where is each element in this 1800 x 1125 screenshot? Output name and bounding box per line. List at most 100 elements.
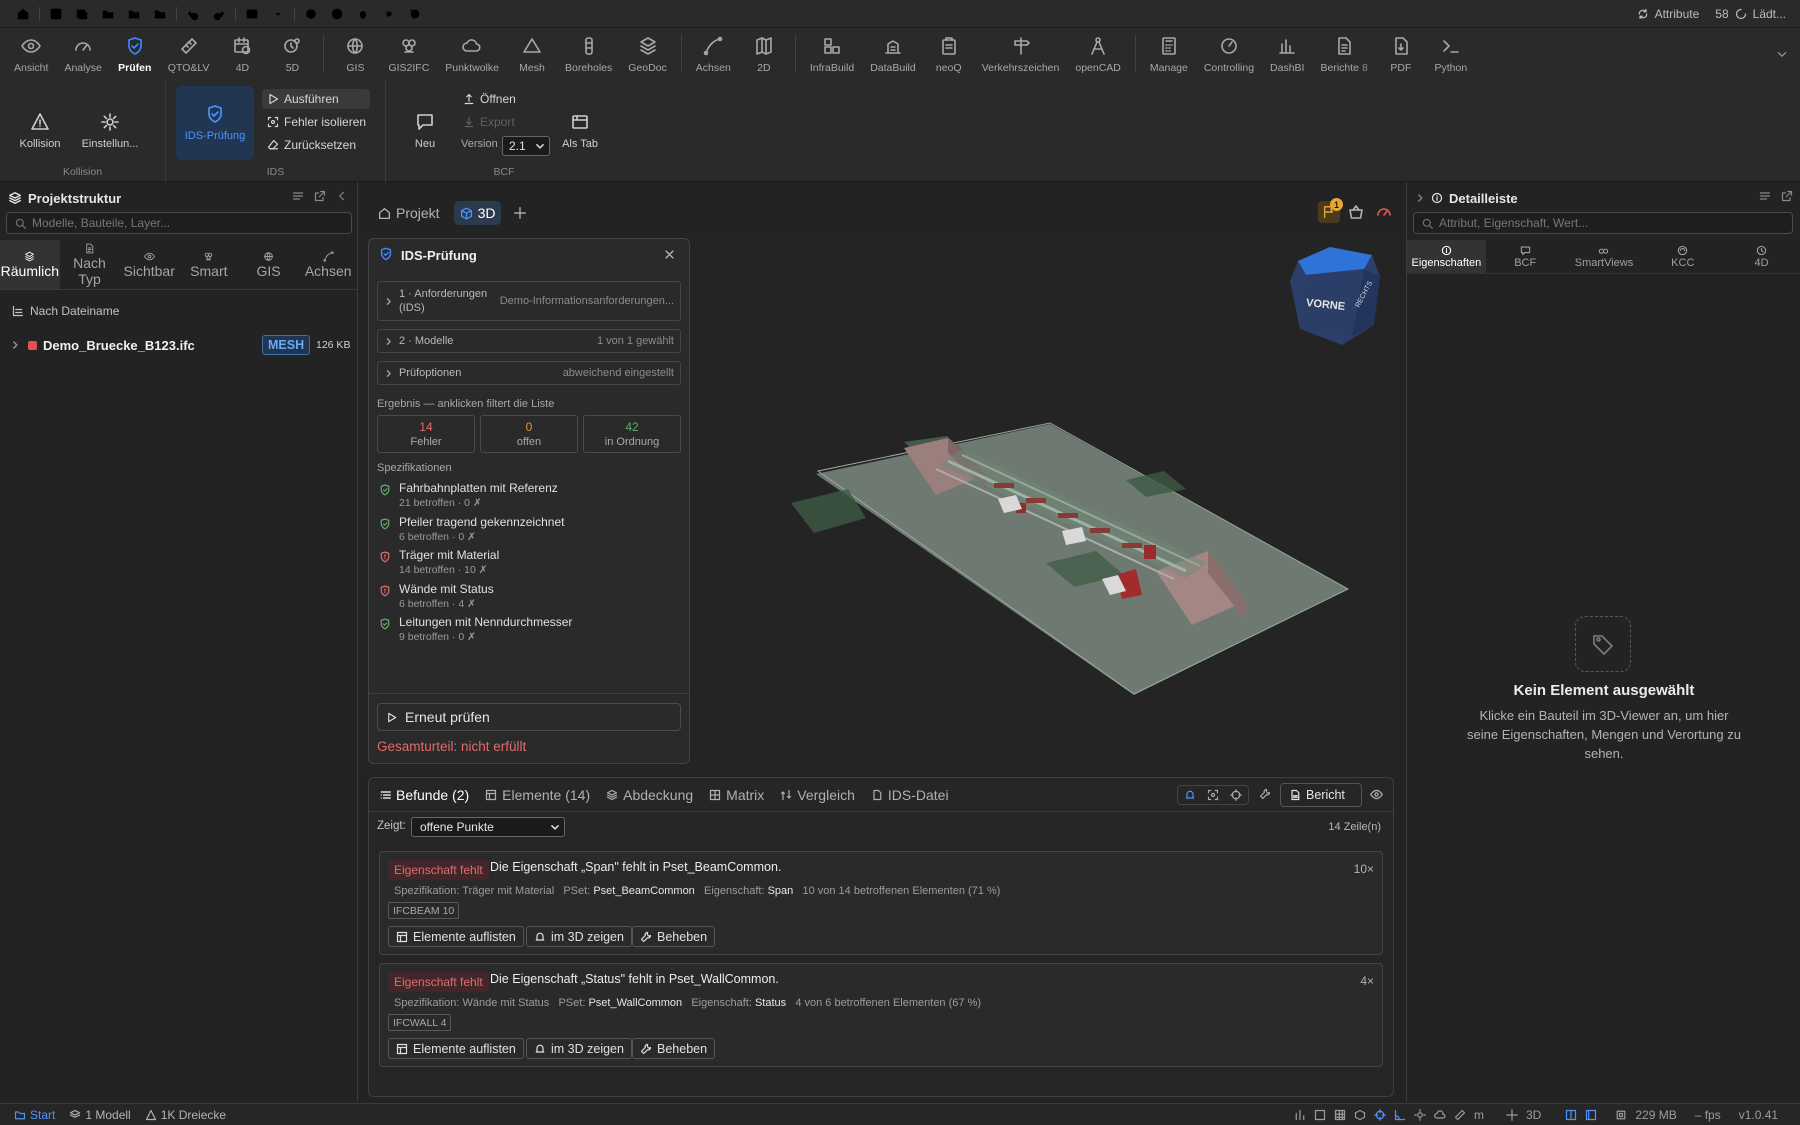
findings-tab-befunde-2[interactable]: Befunde (2): [379, 787, 469, 803]
fix-button[interactable]: Beheben: [632, 1038, 716, 1059]
chart-icon[interactable]: [1294, 1109, 1306, 1121]
tab-opencad[interactable]: openCAD: [1067, 28, 1129, 80]
kollision-button[interactable]: Kollision: [2, 96, 78, 166]
bericht-button[interactable]: Bericht: [1280, 783, 1362, 807]
accordion-options[interactable]: Prüfoptionen abweichend eingestellt: [377, 361, 681, 385]
folder-add-icon[interactable]: [121, 0, 147, 28]
property-search-input[interactable]: Attribut, Eigenschaft, Wert...: [1413, 212, 1793, 234]
basket-icon[interactable]: [1348, 204, 1364, 220]
tree-search-input[interactable]: Modelle, Bauteile, Layer...: [6, 212, 352, 234]
als-tab-button[interactable]: Als Tab: [548, 96, 612, 166]
panel-view-icon[interactable]: [1585, 1109, 1597, 1121]
stat-fehler[interactable]: 14 Fehler: [377, 415, 475, 453]
tab-ansicht[interactable]: Ansicht: [6, 28, 56, 80]
performance-gauge-icon[interactable]: [1376, 204, 1392, 220]
tab-punktwolke[interactable]: Punktwolke: [437, 28, 507, 80]
tab-qto-lv[interactable]: QTO&LV: [160, 28, 218, 80]
ids-pruefung-button[interactable]: IDS-Prüfung: [176, 86, 254, 160]
home-icon[interactable]: [10, 0, 36, 28]
box-icon[interactable]: [1354, 1109, 1366, 1121]
folder-icon[interactable]: [95, 0, 121, 28]
fehler-isolieren-button[interactable]: Fehler isolieren: [262, 112, 371, 132]
show-in-3d-button[interactable]: im 3D zeigen: [526, 926, 632, 947]
tab-databuild[interactable]: DataBuild: [862, 28, 924, 80]
tab-boreholes[interactable]: Boreholes: [557, 28, 620, 80]
folder-export-icon[interactable]: [147, 0, 173, 28]
detail-tab-bcf[interactable]: BCF: [1486, 240, 1565, 273]
group-by-row[interactable]: Nach Dateiname: [12, 304, 119, 318]
tab-geodoc[interactable]: GeoDoc: [620, 28, 675, 80]
save-icon[interactable]: [43, 0, 69, 28]
tab-pr-fen[interactable]: Prüfen: [110, 28, 160, 80]
zuruecksetzen-button[interactable]: Zurücksetzen: [262, 135, 361, 155]
ribbon-collapse-icon[interactable]: [1776, 48, 1788, 60]
grid-icon[interactable]: [1334, 1109, 1346, 1121]
tab-controlling[interactable]: Controlling: [1196, 28, 1262, 80]
finding-card[interactable]: Eigenschaft fehlt Die Eigenschaft „Span" …: [379, 851, 1383, 955]
stat-offen[interactable]: 0 offen: [480, 415, 578, 453]
detail-tab-4d[interactable]: 4D: [1722, 240, 1800, 273]
finding-card[interactable]: Eigenschaft fehlt Die Eigenschaft „Status…: [379, 963, 1383, 1067]
info-icon[interactable]: [324, 0, 350, 28]
tree-tab-gis[interactable]: GIS: [239, 240, 299, 289]
tab-3d[interactable]: 3D: [453, 201, 502, 225]
list-settings-icon[interactable]: [1759, 190, 1771, 202]
tab-neoq[interactable]: neoQ: [924, 28, 974, 80]
tab-gis2ifc[interactable]: GIS2IFC: [380, 28, 437, 80]
ausfuehren-button[interactable]: Ausführen: [262, 89, 370, 109]
tree-tab-r-umlich[interactable]: Räumlich: [0, 240, 60, 289]
target-icon[interactable]: [1230, 789, 1243, 801]
bell-icon[interactable]: [1184, 789, 1196, 801]
list-settings-icon[interactable]: [292, 190, 304, 202]
recheck-button[interactable]: Erneut prüfen: [377, 703, 681, 731]
popout-icon[interactable]: [1781, 190, 1793, 202]
tab-5d[interactable]: 5D: [267, 28, 317, 80]
view-cube[interactable]: VORNE RECHTS: [1276, 233, 1386, 353]
tree-tab-nach-typ[interactable]: Nach Typ: [60, 240, 120, 289]
tree-tab-achsen[interactable]: Achsen: [298, 240, 358, 289]
einstellungen-button[interactable]: Einstellun...: [72, 96, 148, 166]
bcf-neu-button[interactable]: Neu: [394, 96, 456, 166]
eye-icon[interactable]: [1370, 788, 1383, 801]
attribute-label[interactable]: Attribute: [1655, 7, 1700, 21]
split-view-icon[interactable]: [1565, 1109, 1577, 1121]
findings-tab-elemente-14[interactable]: Elemente (14): [485, 787, 590, 803]
refresh-icon[interactable]: [402, 0, 428, 28]
spec-item[interactable]: Träger mit Material 14 betroffen · 10 ✗: [379, 548, 679, 580]
ruler-icon[interactable]: [1454, 1109, 1466, 1121]
tab-4d[interactable]: 4D: [217, 28, 267, 80]
undo-icon[interactable]: [180, 0, 206, 28]
findings-tab-abdeckung[interactable]: Abdeckung: [606, 787, 693, 803]
list-elements-button[interactable]: Elemente auflisten: [388, 1038, 524, 1059]
stat-in-ordnung[interactable]: 42 in Ordnung: [583, 415, 681, 453]
wrench-icon[interactable]: [1259, 788, 1271, 800]
tab-projekt[interactable]: Projekt: [372, 201, 446, 225]
tab-verkehrszeichen[interactable]: Verkehrszeichen: [974, 28, 1068, 80]
status-mode[interactable]: 3D: [1526, 1108, 1541, 1122]
tab-manage[interactable]: Manage: [1142, 28, 1196, 80]
show-in-3d-button[interactable]: im 3D zeigen: [526, 1038, 632, 1059]
status-start[interactable]: Start: [14, 1108, 55, 1122]
popout-icon[interactable]: [314, 190, 326, 202]
window-icon[interactable]: [239, 0, 265, 28]
close-icon[interactable]: [664, 249, 675, 260]
chevron-right-icon[interactable]: [1415, 193, 1425, 203]
bug-icon[interactable]: [350, 0, 376, 28]
crosshair-icon[interactable]: [1374, 1109, 1386, 1121]
accordion-requirements[interactable]: 1 · Anforderungen (IDS) Demo-Information…: [377, 281, 681, 321]
tab-analyse[interactable]: Analyse: [56, 28, 109, 80]
spec-item[interactable]: Leitungen mit Nenndurchmesser 9 betroffen…: [379, 615, 679, 647]
findings-tab-ids-datei[interactable]: IDS-Datei: [871, 787, 949, 803]
spec-item[interactable]: Wände mit Status 6 betroffen · 4 ✗: [379, 582, 679, 614]
file-row[interactable]: Demo_Bruecke_B123.ifc MESH 126 KB: [0, 332, 358, 358]
collapse-left-icon[interactable]: [336, 190, 348, 202]
tab-python[interactable]: Python: [1426, 28, 1476, 80]
tree-tab-smart[interactable]: Smart: [179, 240, 239, 289]
bcf-export-button[interactable]: Export: [458, 112, 520, 132]
tab-pdf[interactable]: PDF: [1376, 28, 1426, 80]
tab-2d[interactable]: 2D: [739, 28, 789, 80]
issues-button[interactable]: 1: [1318, 198, 1343, 223]
accordion-models[interactable]: 2 · Modelle 1 von 1 gewählt: [377, 329, 681, 353]
status-unit[interactable]: m: [1474, 1108, 1484, 1122]
tab-dashbi[interactable]: DashBI: [1262, 28, 1312, 80]
